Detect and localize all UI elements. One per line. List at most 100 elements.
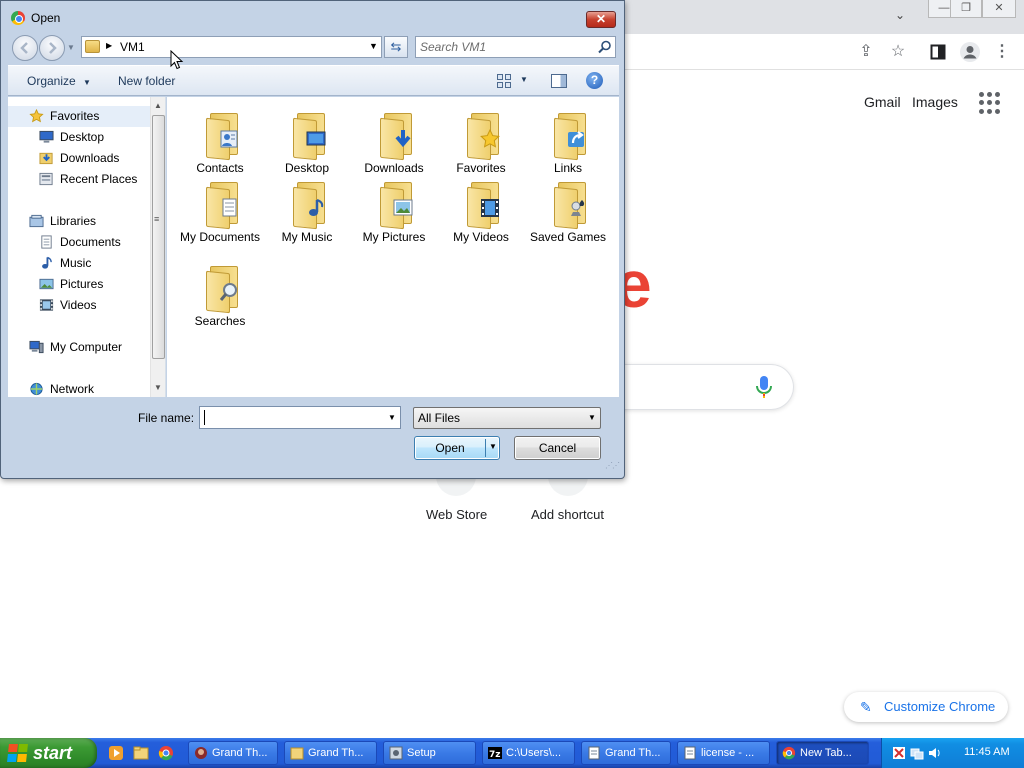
favorites-icon <box>480 129 500 148</box>
back-button[interactable] <box>12 35 38 61</box>
customize-chrome-button[interactable]: ✎ Customize Chrome <box>844 692 1008 722</box>
music-icon <box>309 199 324 216</box>
taskbar-item-grand-theft-2[interactable]: Grand Th... <box>284 741 377 765</box>
game-icon <box>195 747 207 759</box>
dialog-close-button[interactable]: ✕ <box>586 11 616 28</box>
images-link[interactable]: Images <box>912 94 958 110</box>
clock[interactable]: 11:45 AM <box>964 746 1010 758</box>
nav-item-desktop[interactable]: Desktop <box>8 127 151 148</box>
refresh-button[interactable]: ⇆ <box>384 36 408 58</box>
nav-item-music[interactable]: Music <box>8 253 151 274</box>
explorer-icon[interactable] <box>133 745 149 761</box>
file-name-input[interactable] <box>203 409 381 426</box>
downloads-icon <box>395 130 411 148</box>
folder-item-my-videos[interactable]: My Videos <box>439 174 523 252</box>
folder-icon <box>206 182 242 230</box>
breadcrumb-arrow-icon[interactable]: ▶ <box>106 41 112 50</box>
profile-avatar[interactable] <box>958 40 982 64</box>
chrome-menu-icon[interactable]: ⋮ <box>990 40 1014 64</box>
pencil-icon: ✎ <box>860 699 872 715</box>
address-dropdown-icon[interactable]: ▼ <box>369 41 378 51</box>
restore-button[interactable]: ❐ <box>950 0 982 18</box>
add-shortcut[interactable]: Add shortcut <box>531 507 604 522</box>
views-chevron-icon[interactable]: ▼ <box>520 75 528 84</box>
new-folder-button[interactable]: New folder <box>118 74 175 88</box>
tab-search-chevron-icon[interactable]: ⌄ <box>895 8 905 22</box>
folder-item-saved-games[interactable]: Saved Games <box>526 174 610 252</box>
taskbar-item-7zip-path[interactable]: 7z C:\Users\... <box>482 741 575 765</box>
folder-item-links[interactable]: Links <box>526 105 610 183</box>
taskbar-item-grand-theft-1[interactable]: Grand Th... <box>188 741 278 765</box>
file-name-combobox[interactable]: ▼ <box>199 406 401 429</box>
scrollbar-thumb[interactable] <box>152 115 165 359</box>
media-player-icon[interactable] <box>108 745 124 761</box>
folder-item-downloads[interactable]: Downloads <box>352 105 436 183</box>
folder-label: Saved Games <box>529 230 607 244</box>
recent-locations-chevron-icon[interactable]: ▼ <box>67 43 75 52</box>
resize-grip-icon[interactable]: ⋰⋰ <box>605 461 620 470</box>
chrome-close-button[interactable]: ✕ <box>982 0 1016 18</box>
file-type-select[interactable]: All Files ▼ <box>413 407 601 429</box>
organize-button[interactable]: Organize ▼ <box>27 74 91 88</box>
start-button[interactable]: start <box>0 738 97 768</box>
taskbar-item-license[interactable]: license - ... <box>677 741 770 765</box>
nav-label: Desktop <box>60 130 105 144</box>
taskbar-item-new-tab[interactable]: New Tab... <box>776 741 869 765</box>
open-button[interactable]: Open ▼ <box>414 436 500 460</box>
open-options-dropdown-icon[interactable]: ▼ <box>489 442 497 451</box>
nav-item-videos[interactable]: Videos <box>8 295 151 316</box>
preview-pane-icon[interactable] <box>551 74 567 88</box>
notepad-icon <box>588 746 600 760</box>
gmail-link[interactable]: Gmail <box>864 94 901 110</box>
folder-item-my-documents[interactable]: My Documents <box>178 174 262 252</box>
change-view-icon[interactable] <box>497 74 511 88</box>
nav-item-network[interactable]: Network <box>8 379 151 397</box>
scroll-up-icon[interactable]: ▲ <box>154 101 162 110</box>
breadcrumb-vm1[interactable]: VM1 <box>120 40 145 54</box>
forward-button[interactable] <box>39 35 65 61</box>
folder-item-desktop[interactable]: Desktop <box>265 105 349 183</box>
nav-label: Music <box>60 256 92 270</box>
nav-item-documents[interactable]: Documents <box>8 232 151 253</box>
nav-scrollbar[interactable]: ▲ ≡ ▼ <box>150 97 165 397</box>
bookmark-star-icon[interactable]: ☆ <box>886 40 910 64</box>
help-icon[interactable]: ? <box>586 72 603 89</box>
folder-item-my-music[interactable]: My Music <box>265 174 349 252</box>
file-name-dropdown-icon[interactable]: ▼ <box>388 413 396 422</box>
nav-item-libraries[interactable]: Libraries <box>8 211 151 232</box>
folder-item-searches[interactable]: Searches <box>178 258 262 336</box>
security-alert-icon[interactable] <box>892 746 906 760</box>
task-label: license - ... <box>701 747 755 759</box>
documents-icon <box>222 198 237 217</box>
google-apps-icon[interactable] <box>979 92 1001 114</box>
nav-item-pictures[interactable]: Pictures <box>8 274 151 295</box>
taskbar-item-setup[interactable]: Setup <box>383 741 476 765</box>
microphone-icon[interactable] <box>754 374 774 400</box>
search-box[interactable] <box>415 36 616 58</box>
volume-icon[interactable] <box>928 746 942 760</box>
side-panel-icon[interactable] <box>926 40 950 64</box>
folder-item-contacts[interactable]: Contacts <box>178 105 262 183</box>
taskbar-item-grand-theft-3[interactable]: Grand Th... <box>581 741 671 765</box>
web-store-shortcut[interactable]: Web Store <box>426 507 487 522</box>
nav-item-recent-places[interactable]: Recent Places <box>8 169 151 190</box>
folder-label: Searches <box>194 314 246 328</box>
search-input[interactable] <box>420 39 590 55</box>
customize-chrome-label: Customize Chrome <box>884 699 996 714</box>
network-tray-icon[interactable] <box>910 746 924 760</box>
chrome-quicklaunch-icon[interactable] <box>158 745 174 761</box>
music-icon <box>42 256 52 269</box>
nav-item-my-computer[interactable]: My Computer <box>8 337 151 358</box>
address-bar[interactable]: ▶ VM1 ▼ <box>81 36 382 58</box>
system-tray: 11:45 AM <box>881 738 1024 768</box>
7zip-icon: 7z <box>488 747 502 760</box>
nav-item-downloads[interactable]: Downloads <box>8 148 151 169</box>
scroll-down-icon[interactable]: ▼ <box>154 383 162 392</box>
share-icon[interactable]: ⇪ <box>854 40 878 64</box>
search-icon[interactable] <box>597 39 613 55</box>
cancel-button[interactable]: Cancel <box>514 436 601 460</box>
nav-item-favorites[interactable]: Favorites <box>8 106 151 127</box>
folder-item-favorites[interactable]: Favorites <box>439 105 523 183</box>
nav-label: Videos <box>60 298 97 312</box>
folder-item-my-pictures[interactable]: My Pictures <box>352 174 436 252</box>
